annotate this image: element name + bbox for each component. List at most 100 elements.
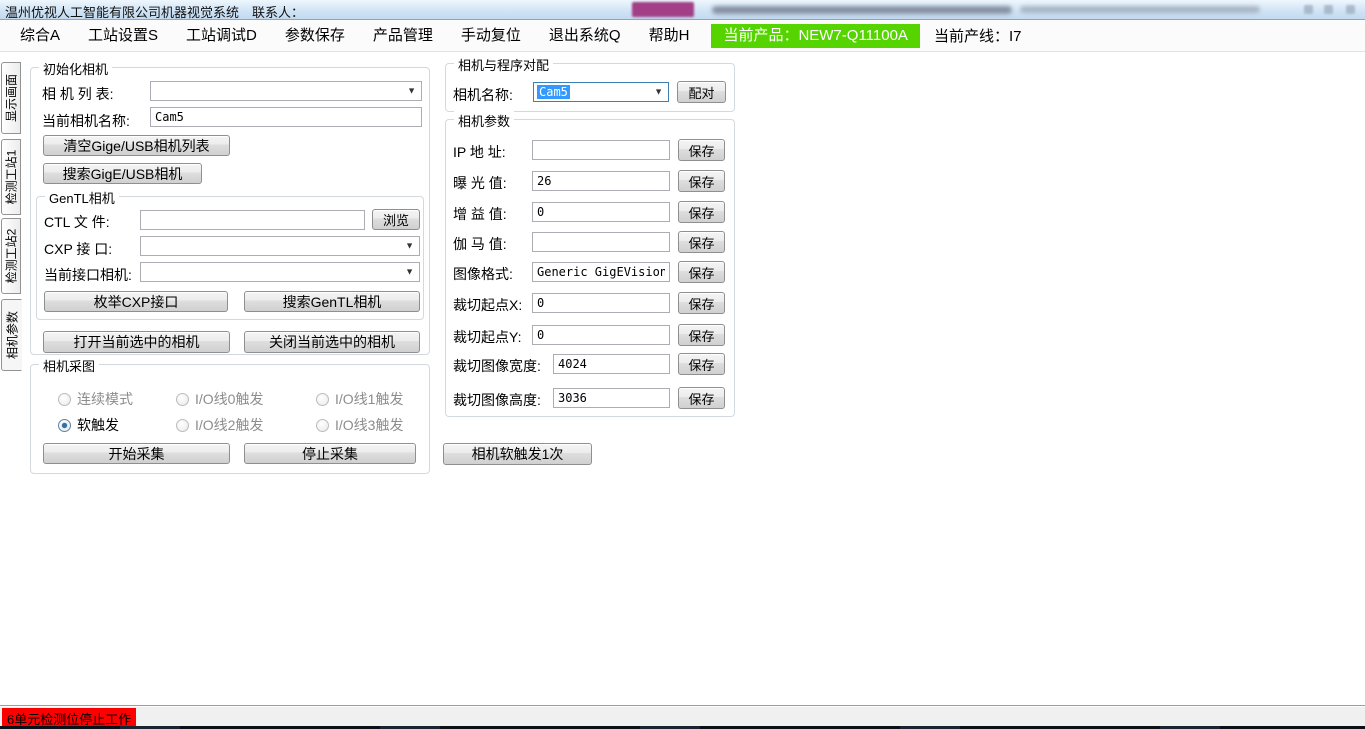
param-save-button[interactable]: 保存 bbox=[678, 231, 725, 253]
menu-item[interactable]: 产品管理 bbox=[359, 20, 447, 52]
enum-cxp-button[interactable]: 枚举CXP接口 bbox=[44, 291, 228, 312]
side-tab-label: 显示画面 bbox=[3, 74, 20, 122]
param-label: 裁切起点Y: bbox=[453, 327, 521, 347]
title-bar: 温州优视人工智能有限公司机器视觉系统 联系人： bbox=[0, 0, 1365, 20]
side-tab-label: 检测工站2 bbox=[3, 229, 20, 284]
menu-item[interactable]: 帮助H bbox=[635, 20, 704, 52]
param-label: 增 益 值: bbox=[453, 204, 507, 224]
browse-button[interactable]: 浏览 bbox=[372, 209, 420, 230]
side-tab-1[interactable]: 显示画面 bbox=[1, 62, 21, 134]
camera-list-combo[interactable]: ▼ bbox=[150, 81, 422, 101]
param-save-button[interactable]: 保存 bbox=[678, 139, 725, 161]
param-save-button[interactable]: 保存 bbox=[678, 292, 725, 314]
param-input[interactable] bbox=[532, 171, 670, 191]
cxp-port-combo[interactable]: ▼ bbox=[140, 236, 420, 256]
params-group-title: 相机参数 bbox=[454, 111, 514, 130]
menu-item[interactable]: 工站设置S bbox=[74, 20, 172, 52]
background-window-blurred-text bbox=[712, 6, 1012, 14]
trigger-radio[interactable]: I/O线3触发 bbox=[316, 415, 403, 435]
background-window-blurred-text bbox=[1020, 6, 1260, 13]
param-input[interactable] bbox=[532, 293, 670, 313]
chevron-down-icon: ▼ bbox=[405, 242, 414, 251]
menu-item[interactable]: 工站调试D bbox=[172, 20, 271, 52]
match-group-title: 相机与程序对配 bbox=[454, 55, 553, 74]
iface-camera-label: 当前接口相机: bbox=[44, 265, 132, 285]
param-input[interactable] bbox=[553, 354, 670, 374]
radio-icon bbox=[316, 419, 329, 432]
background-window-highlight bbox=[632, 2, 694, 17]
start-capture-button[interactable]: 开始采集 bbox=[43, 443, 230, 464]
menu-item[interactable]: 手动复位 bbox=[447, 20, 535, 52]
menu-bar: 综合A工站设置S工站调试D参数保存产品管理手动复位退出系统Q帮助H 当前产品：NE… bbox=[0, 20, 1365, 52]
radio-label: I/O线3触发 bbox=[335, 415, 403, 435]
radio-label: 连续模式 bbox=[77, 389, 133, 409]
menu-item[interactable]: 参数保存 bbox=[271, 20, 359, 52]
background-window-titlebar bbox=[620, 0, 1365, 19]
current-product-badge[interactable]: 当前产品：NEW7-Q11100A bbox=[711, 24, 920, 48]
radio-icon bbox=[176, 393, 189, 406]
side-tab-2[interactable]: 检测工站1 bbox=[1, 139, 21, 215]
chevron-down-icon: ▼ bbox=[654, 88, 663, 97]
match-camera-combo[interactable]: Cam5 ▼ bbox=[533, 82, 669, 102]
ctl-file-input[interactable] bbox=[140, 210, 365, 230]
param-label: 裁切起点X: bbox=[453, 295, 522, 315]
param-input[interactable] bbox=[532, 140, 670, 160]
pair-button[interactable]: 配对 bbox=[677, 81, 726, 103]
close-selected-camera-button[interactable]: 关闭当前选中的相机 bbox=[244, 331, 420, 353]
soft-trigger-once-button[interactable]: 相机软触发1次 bbox=[443, 443, 592, 465]
side-tab-4[interactable]: 相机参数 bbox=[1, 299, 22, 371]
ctl-file-label: CTL 文 件: bbox=[44, 212, 110, 232]
init-camera-group-title: 初始化相机 bbox=[39, 59, 112, 78]
app-window: 温州优视人工智能有限公司机器视觉系统 联系人： 综合A工站设置S工站调试D参数保… bbox=[0, 0, 1365, 729]
param-label: 裁切图像高度: bbox=[453, 390, 541, 410]
status-bar: 6单元检测位停止工作 bbox=[0, 705, 1365, 726]
param-label: 图像格式: bbox=[453, 264, 513, 284]
background-close-icon bbox=[1346, 5, 1355, 14]
background-minimize-icon bbox=[1304, 5, 1313, 14]
param-input[interactable] bbox=[532, 325, 670, 345]
side-tab-label: 相机参数 bbox=[3, 311, 20, 359]
trigger-radio[interactable]: 连续模式 bbox=[58, 389, 133, 409]
param-save-button[interactable]: 保存 bbox=[678, 324, 725, 346]
radio-icon bbox=[58, 393, 71, 406]
menu-item[interactable]: 综合A bbox=[6, 20, 74, 52]
clear-camera-list-button[interactable]: 清空Gige/USB相机列表 bbox=[43, 135, 230, 156]
radio-label: I/O线2触发 bbox=[195, 415, 263, 435]
camera-list-label: 相 机 列 表: bbox=[42, 84, 114, 104]
window-title: 温州优视人工智能有限公司机器视觉系统 联系人： bbox=[5, 2, 304, 21]
radio-label: 软触发 bbox=[77, 415, 119, 435]
gentl-group-title: GenTL相机 bbox=[45, 188, 119, 207]
trigger-radio[interactable]: I/O线0触发 bbox=[176, 389, 263, 409]
param-save-button[interactable]: 保存 bbox=[678, 170, 725, 192]
param-input[interactable] bbox=[532, 202, 670, 222]
trigger-radio[interactable]: I/O线1触发 bbox=[316, 389, 403, 409]
trigger-radio[interactable]: I/O线2触发 bbox=[176, 415, 263, 435]
camera-name-label: 当前相机名称: bbox=[42, 111, 130, 131]
capture-group-title: 相机采图 bbox=[39, 356, 99, 375]
side-tab-3[interactable]: 检测工站2 bbox=[1, 218, 21, 294]
radio-icon bbox=[58, 419, 71, 432]
param-save-button[interactable]: 保存 bbox=[678, 387, 725, 409]
match-camera-selected-value: Cam5 bbox=[537, 85, 570, 99]
radio-label: I/O线1触发 bbox=[335, 389, 403, 409]
trigger-radio[interactable]: 软触发 bbox=[58, 415, 119, 435]
open-selected-camera-button[interactable]: 打开当前选中的相机 bbox=[43, 331, 230, 353]
camera-name-input[interactable] bbox=[150, 107, 422, 127]
param-save-button[interactable]: 保存 bbox=[678, 261, 725, 283]
param-save-button[interactable]: 保存 bbox=[678, 353, 725, 375]
menu-item[interactable]: 退出系统Q bbox=[535, 20, 635, 52]
cxp-port-label: CXP 接 口: bbox=[44, 239, 112, 259]
stop-capture-button[interactable]: 停止采集 bbox=[244, 443, 416, 464]
chevron-down-icon: ▼ bbox=[405, 268, 414, 277]
radio-icon bbox=[316, 393, 329, 406]
param-input[interactable] bbox=[532, 232, 670, 252]
iface-camera-combo[interactable]: ▼ bbox=[140, 262, 420, 282]
side-tab-label: 检测工站1 bbox=[3, 150, 20, 205]
param-label: 裁切图像宽度: bbox=[453, 356, 541, 376]
search-gige-usb-button[interactable]: 搜索GigE/USB相机 bbox=[43, 163, 202, 184]
search-gentl-button[interactable]: 搜索GenTL相机 bbox=[244, 291, 420, 312]
radio-label: I/O线0触发 bbox=[195, 389, 263, 409]
param-input[interactable] bbox=[532, 262, 670, 282]
param-input[interactable] bbox=[553, 388, 670, 408]
param-save-button[interactable]: 保存 bbox=[678, 201, 725, 223]
